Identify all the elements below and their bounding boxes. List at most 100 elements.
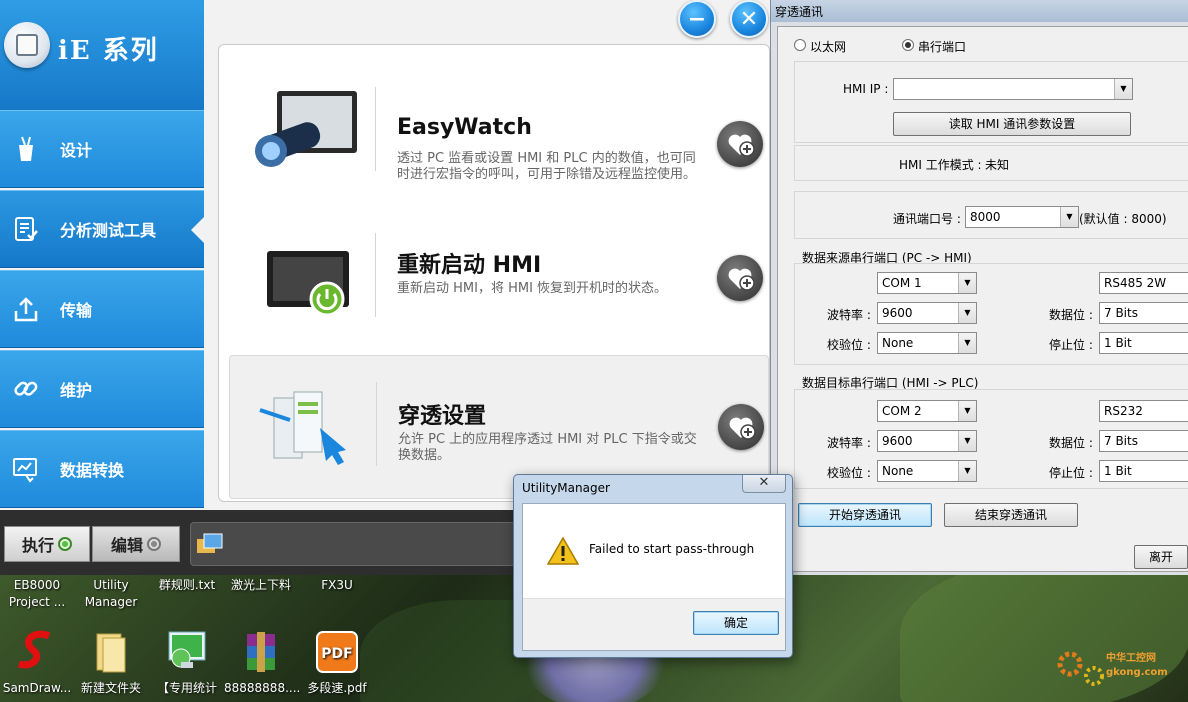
upload-icon (12, 295, 40, 323)
close-icon: ✕ (758, 475, 770, 490)
desktop-icon-label[interactable]: 群规则.txt (150, 577, 224, 594)
source-serial-group: COM 1 ▼ RS485 2W 波特率 : 9600 ▼ 数据位 : 7 Bits… (794, 263, 1188, 365)
close-button[interactable]: ✕ (730, 0, 768, 38)
target-baud-combo[interactable]: 9600 ▼ (877, 430, 977, 452)
source-stopbits-label: 停止位 : (1049, 338, 1093, 352)
heart-plus-icon (729, 417, 756, 440)
dialog-close-button[interactable]: ✕ (742, 475, 786, 493)
port-default-hint: (默认值 : 8000) (1079, 212, 1167, 226)
heart-plus-icon (728, 134, 755, 157)
desktop-icon-label[interactable]: EB8000 Project ... (0, 577, 74, 611)
add-favorite-button[interactable] (718, 404, 764, 450)
dialog-footer: 确定 (523, 598, 785, 650)
ok-button[interactable]: 确定 (693, 611, 779, 635)
hmi-ip-label: HMI IP : (843, 82, 889, 96)
feature-restart-hmi[interactable]: 重新启动 HMI 重新启动 HMI，将 HMI 恢复到开机时的状态。 (229, 207, 769, 351)
tab-edit[interactable]: 编辑 (92, 526, 180, 562)
chevron-down-icon: ▼ (958, 401, 976, 421)
work-mode-label: HMI 工作模式 : (899, 158, 982, 172)
source-type-combo[interactable]: RS485 2W (1099, 272, 1188, 294)
target-stopbits-label: 停止位 : (1049, 466, 1093, 480)
tab-label: 执行 (21, 536, 54, 555)
chevron-down-icon: ▼ (958, 333, 976, 353)
desktop-icon-label: SamDraw... (2, 681, 72, 695)
radio-ethernet[interactable] (794, 39, 806, 51)
sidebar-item-transfer[interactable]: 传输 (0, 270, 204, 348)
sidebar-item-analysis[interactable]: 分析测试工具 (0, 190, 204, 268)
source-com-combo[interactable]: COM 1 ▼ (877, 272, 977, 294)
target-type-combo[interactable]: RS232 (1099, 400, 1188, 422)
logo-bar: iE 系列 (0, 0, 204, 110)
radio-serial[interactable] (902, 39, 914, 51)
target-parity-combo[interactable]: None ▼ (877, 460, 977, 482)
chevron-down-icon: ▼ (958, 461, 976, 481)
desktop-icon-label[interactable]: Utility Manager (74, 577, 148, 611)
link-icon (12, 375, 40, 403)
sidebar: 设计 分析测试工具 传输 维护 数据转换 (0, 110, 204, 510)
add-favorite-button[interactable] (717, 255, 763, 301)
target-databits-combo[interactable]: 7 Bits (1099, 430, 1188, 452)
watermark-text: 中华工控网 gkong.com (1106, 653, 1168, 678)
desktop-icon-stats[interactable]: 【专用统计 (150, 628, 224, 697)
source-parity-combo[interactable]: None ▼ (877, 332, 977, 354)
source-stopbits-combo[interactable]: 1 Bit (1099, 332, 1188, 354)
target-parity-label: 校验位 : (827, 466, 871, 480)
target-stopbits-combo[interactable]: 1 Bit (1099, 460, 1188, 482)
clipboard-check-icon (12, 215, 40, 243)
desktop-icon-pdf[interactable]: PDF 多段速.pdf (300, 628, 374, 697)
sidebar-item-convert[interactable]: 数据转换 (0, 430, 204, 508)
desktop-icon-label[interactable]: FX3U (300, 577, 374, 594)
port-group: 通讯端口号 : 8000 ▼ (默认值 : 8000) (794, 191, 1188, 239)
desktop-icon-archive[interactable]: 88888888.... (224, 628, 300, 697)
target-com-combo[interactable]: COM 2 ▼ (877, 400, 977, 422)
hmi-ip-combo[interactable]: ▼ (893, 78, 1133, 100)
hmi-ip-group: HMI IP : ▼ 读取 HMI 通讯参数设置 (794, 61, 1188, 143)
desktop-icon-label: 【专用统计 (156, 681, 217, 695)
edit-status-icon (147, 537, 161, 551)
desktop-icon-samdraw[interactable]: SamDraw... (0, 628, 74, 697)
exit-button[interactable]: 离开 (1134, 545, 1188, 569)
heart-plus-icon (728, 268, 755, 291)
feature-easywatch[interactable]: EasyWatch 透过 PC 监看或设置 HMI 和 PLC 内的数值，也可同… (229, 61, 769, 205)
pdf-icon: PDF (313, 628, 361, 676)
add-favorite-button[interactable] (717, 121, 763, 167)
radio-serial-label: 串行端口 (918, 40, 967, 54)
start-pass-through-button[interactable]: 开始穿透通讯 (798, 503, 932, 527)
sidebar-item-maintain[interactable]: 维护 (0, 350, 204, 428)
chevron-down-icon: ▼ (958, 303, 976, 323)
source-baud-label: 波特率 : (827, 308, 871, 322)
pass-through-icon (250, 380, 362, 476)
desktop-icon-new-folder[interactable]: 新建文件夹 (74, 628, 148, 697)
desktop-icon-label: 新建文件夹 (80, 681, 141, 695)
sidebar-item-design[interactable]: 设计 (0, 110, 204, 188)
port-combo[interactable]: 8000 ▼ (965, 206, 1079, 228)
feature-title: 穿透设置 (398, 404, 487, 429)
pencil-cup-icon (12, 135, 40, 163)
dialog-body: Failed to start pass-through 确定 (522, 503, 786, 651)
feature-description: 重新启动 HMI，将 HMI 恢复到开机时的状态。 (397, 281, 668, 296)
warning-icon (547, 536, 579, 565)
source-databits-combo[interactable]: 7 Bits (1099, 302, 1188, 324)
divider (376, 382, 377, 466)
tab-run[interactable]: 执行 (4, 526, 90, 562)
chevron-down-icon: ▼ (1060, 207, 1078, 227)
winrar-archive-icon (237, 628, 285, 676)
work-mode-value: 未知 (985, 158, 1010, 172)
logo-icon (4, 22, 50, 68)
target-databits-label: 数据位 : (1049, 436, 1093, 450)
stop-pass-through-button[interactable]: 结束穿透通讯 (944, 503, 1078, 527)
active-indicator (191, 217, 204, 243)
camera-monitor-icon (249, 85, 361, 181)
desktop-icon-label[interactable]: 激光上下料 (224, 577, 298, 594)
source-baud-combo[interactable]: 9600 ▼ (877, 302, 977, 324)
sidebar-item-label: 分析测试工具 (60, 221, 157, 240)
folder-icon (87, 628, 135, 676)
minimize-button[interactable]: − (678, 0, 716, 38)
dialog-message: Failed to start pass-through (589, 542, 755, 556)
pass-through-window: 穿透通讯 以太网 串行端口 HMI IP : ▼ 读取 HMI 通讯参数设置 H… (770, 0, 1188, 575)
dialog-title: UtilityManager (522, 481, 610, 495)
monitor-globe-icon (163, 628, 211, 676)
tab-label: 编辑 (110, 536, 143, 555)
read-hmi-settings-button[interactable]: 读取 HMI 通讯参数设置 (893, 112, 1131, 136)
hmi-power-icon (249, 231, 361, 327)
